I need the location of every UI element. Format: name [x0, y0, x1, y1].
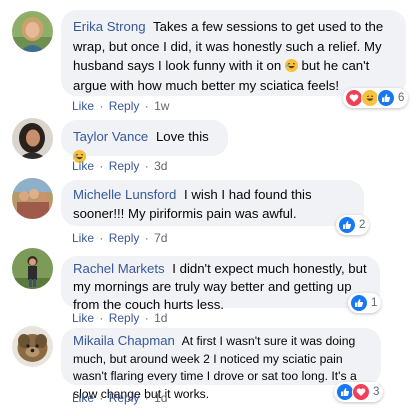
like-reaction-icon [350, 294, 368, 312]
comment-bubble: Mikaila Chapman At first I wasn't sure i… [61, 328, 381, 401]
separator: · [99, 159, 104, 173]
reaction-count: 1 [371, 297, 378, 309]
reply-link[interactable]: Reply [109, 99, 140, 113]
comment-actions: Like · Reply · 7d [72, 231, 167, 245]
reactions-summary[interactable]: 3 [334, 382, 384, 402]
separator: · [99, 391, 104, 405]
comment-text: Love this [155, 129, 209, 144]
author-name[interactable]: Michelle Lunsford [73, 187, 176, 202]
reactions-summary[interactable]: 6 [343, 88, 409, 108]
comment-bubble: Erika Strong Takes a few sessions to get… [61, 10, 406, 96]
avatar[interactable] [12, 248, 53, 289]
like-reaction-icon [377, 89, 395, 107]
reply-link[interactable]: Reply [109, 159, 140, 173]
avatar[interactable] [12, 326, 53, 367]
like-link[interactable]: Like [72, 231, 94, 245]
reply-link[interactable]: Reply [109, 391, 140, 405]
comment-bubble: Michelle Lunsford I wish I had found thi… [61, 180, 364, 226]
reactions-summary[interactable]: 1 [348, 293, 382, 313]
separator: · [99, 311, 104, 325]
timestamp[interactable]: 7d [154, 231, 167, 245]
comment-actions: Like · Reply · 3d [72, 159, 167, 173]
separator: · [144, 311, 149, 325]
like-link[interactable]: Like [72, 391, 94, 405]
author-name[interactable]: Mikaila Chapman [73, 333, 175, 348]
laughing-emoji-icon [284, 59, 298, 73]
reaction-count: 6 [398, 92, 405, 104]
timestamp[interactable]: 3d [154, 159, 167, 173]
like-reaction-icon [338, 216, 356, 234]
like-link[interactable]: Like [72, 159, 94, 173]
avatar[interactable] [12, 118, 53, 159]
comment-actions: Like · Reply · 1w [72, 99, 169, 113]
separator: · [144, 231, 149, 245]
timestamp[interactable]: 1w [154, 99, 169, 113]
reaction-count: 2 [359, 219, 366, 231]
avatar[interactable] [12, 11, 53, 52]
separator: · [144, 391, 149, 405]
like-link[interactable]: Like [72, 311, 94, 325]
like-link[interactable]: Like [72, 99, 94, 113]
separator: · [99, 231, 104, 245]
comment-bubble: Taylor Vance Love this [61, 120, 228, 163]
separator: · [144, 159, 149, 173]
reactions-summary[interactable]: 2 [336, 215, 370, 235]
timestamp[interactable]: 1d [154, 391, 167, 405]
love-reaction-icon [352, 383, 370, 401]
author-name[interactable]: Taylor Vance [73, 129, 148, 144]
comment-bubble: Rachel Markets I didn't expect much hone… [61, 256, 380, 312]
separator: · [144, 99, 149, 113]
author-name[interactable]: Erika Strong [73, 19, 146, 34]
avatar[interactable] [12, 178, 53, 219]
author-name[interactable]: Rachel Markets [73, 261, 165, 276]
comment-actions: Like · Reply · 1d [72, 391, 167, 405]
separator: · [99, 99, 104, 113]
reply-link[interactable]: Reply [109, 311, 140, 325]
reply-link[interactable]: Reply [109, 231, 140, 245]
timestamp[interactable]: 1d [154, 311, 167, 325]
reaction-count: 3 [373, 386, 380, 398]
comment-actions: Like · Reply · 1d [72, 311, 167, 325]
